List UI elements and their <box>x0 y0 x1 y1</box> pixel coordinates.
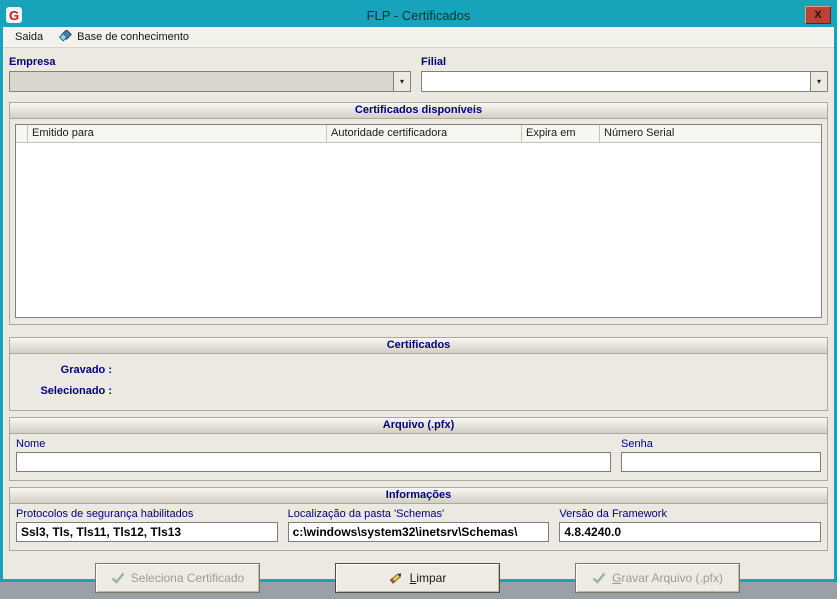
selecionado-label: Selecionado : <box>40 385 112 397</box>
column-header-numero-serial[interactable]: Número Serial <box>600 125 821 143</box>
gravado-row: Gravado : <box>16 360 821 381</box>
seleciona-certificado-label: Seleciona Certificado <box>130 571 245 585</box>
gravar-arquivo-pfx-button: Gravar Arquivo (.pfx) <box>575 563 740 593</box>
informacoes-header: Informações <box>10 488 827 504</box>
menu-base-conhecimento-label: Base de conhecimento <box>77 30 190 43</box>
window-title: FLP - Certificados <box>366 7 471 23</box>
check-icon <box>592 572 606 584</box>
check-icon <box>111 572 125 584</box>
framework-label: Versão da Framework <box>559 508 667 520</box>
menu-item-base-conhecimento[interactable]: Base de conhecimento <box>51 28 197 46</box>
close-button[interactable]: X <box>805 6 831 24</box>
empresa-combobox[interactable]: ▾ <box>9 71 411 92</box>
column-header-emitido-para[interactable]: Emitido para <box>28 125 327 143</box>
company-branch-row: Empresa ▾ Filial ▾ <box>9 56 828 92</box>
protocolos-label: Protocolos de segurança habilitados <box>16 508 194 520</box>
pencil-eraser-icon <box>389 571 404 585</box>
filial-combobox[interactable]: ▾ <box>421 71 828 92</box>
senha-input[interactable] <box>621 452 821 472</box>
arquivo-body: Nome Senha <box>10 434 827 480</box>
arquivo-pfx-header: Arquivo (.pfx) <box>10 418 827 434</box>
dropdown-arrow-icon[interactable]: ▾ <box>393 72 410 91</box>
certificados-panel: Certificados Gravado : Selecionado : <box>9 337 828 411</box>
certificates-table-wrap: Emitido para Autoridade certificadora Ex… <box>10 119 827 324</box>
grid-indicator-column <box>16 125 28 143</box>
framework-input[interactable] <box>559 522 822 542</box>
certificados-header: Certificados <box>10 338 827 354</box>
menu-item-saida[interactable]: Saida <box>7 29 51 46</box>
gravado-label: Gravado : <box>60 364 112 376</box>
available-certificates-header: Certificados disponíveis <box>10 103 827 119</box>
gravar-arquivo-label: Gravar Arquivo (.pfx) <box>612 571 723 585</box>
informacoes-panel: Informações Protocolos de segurança habi… <box>9 487 828 551</box>
seleciona-certificado-button: Seleciona Certificado <box>95 563 260 593</box>
limpar-label: Limpar <box>409 571 447 585</box>
title-bar[interactable]: G FLP - Certificados X <box>3 3 834 27</box>
dropdown-arrow-icon[interactable]: ▾ <box>810 72 827 91</box>
informacoes-body: Protocolos de segurança habilitados Loca… <box>10 504 827 550</box>
certificates-list[interactable] <box>16 143 821 317</box>
certificates-grid: Emitido para Autoridade certificadora Ex… <box>15 124 822 318</box>
filial-combobox-value <box>422 72 810 91</box>
senha-label: Senha <box>621 438 653 450</box>
selecionado-row: Selecionado : <box>16 381 821 402</box>
nome-label: Nome <box>16 438 46 450</box>
column-header-expira-em[interactable]: Expira em <box>522 125 600 143</box>
arquivo-pfx-panel: Arquivo (.pfx) Nome Senha <box>9 417 828 481</box>
empresa-combobox-value <box>10 72 393 91</box>
action-buttons-row: Seleciona Certificado Limpar Gravar Arqu… <box>9 563 828 593</box>
menu-bar: Saida Base de conhecimento <box>3 27 834 48</box>
menu-saida-label: Saida <box>15 30 44 43</box>
certificates-grid-header: Emitido para Autoridade certificadora Ex… <box>16 125 821 143</box>
limpar-button[interactable]: Limpar <box>335 563 500 593</box>
flp-certificados-window: G FLP - Certificados X Saida Base de con… <box>0 0 837 593</box>
protocolos-input[interactable] <box>16 522 278 542</box>
app-logo-icon: G <box>6 7 22 23</box>
filial-label: Filial <box>421 56 447 68</box>
available-certificates-panel: Certificados disponíveis Emitido para Au… <box>9 102 828 325</box>
knowledge-base-icon <box>59 30 73 43</box>
main-content: Empresa ▾ Filial ▾ Certificados disponív… <box>3 48 834 599</box>
empresa-label: Empresa <box>9 56 56 68</box>
schemas-input[interactable] <box>287 522 550 542</box>
nome-input[interactable] <box>16 452 611 472</box>
column-header-autoridade[interactable]: Autoridade certificadora <box>327 125 522 143</box>
certificados-body: Gravado : Selecionado : <box>10 354 827 410</box>
schemas-label: Localização da pasta 'Schemas' <box>287 508 445 520</box>
